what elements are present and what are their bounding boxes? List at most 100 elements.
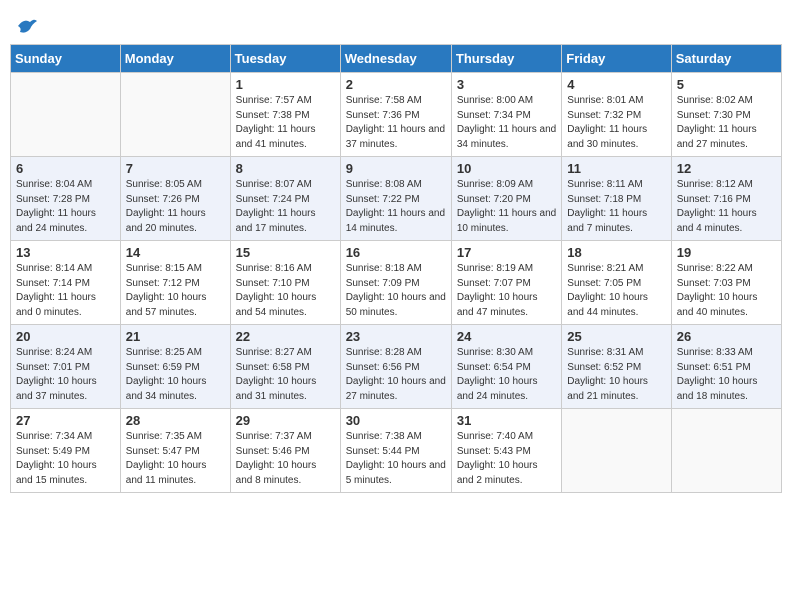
weekday-sunday: Sunday <box>11 45 121 73</box>
day-info: Sunrise: 8:12 AMSunset: 7:16 PMDaylight:… <box>677 178 776 236</box>
calendar-cell: 28 Sunrise: 7:35 AMSunset: 5:47 PMDayligh… <box>120 409 230 493</box>
day-number: 6 <box>16 161 115 176</box>
day-info: Sunrise: 8:08 AMSunset: 7:22 PMDaylight:… <box>346 178 446 236</box>
day-info: Sunrise: 8:21 AMSunset: 7:05 PMDaylight:… <box>567 262 665 320</box>
day-info: Sunrise: 7:58 AMSunset: 7:36 PMDaylight:… <box>346 94 446 152</box>
calendar-cell: 2 Sunrise: 7:58 AMSunset: 7:36 PMDaylight… <box>340 73 451 157</box>
day-number: 27 <box>16 413 115 428</box>
day-info: Sunrise: 8:22 AMSunset: 7:03 PMDaylight:… <box>677 262 776 320</box>
day-number: 22 <box>236 329 335 344</box>
day-info: Sunrise: 8:18 AMSunset: 7:09 PMDaylight:… <box>346 262 446 320</box>
day-number: 30 <box>346 413 446 428</box>
day-number: 21 <box>126 329 225 344</box>
calendar-cell: 4 Sunrise: 8:01 AMSunset: 7:32 PMDaylight… <box>562 73 671 157</box>
calendar-cell <box>671 409 781 493</box>
calendar-cell: 1 Sunrise: 7:57 AMSunset: 7:38 PMDaylight… <box>230 73 340 157</box>
day-number: 10 <box>457 161 556 176</box>
day-info: Sunrise: 8:25 AMSunset: 6:59 PMDaylight:… <box>126 346 225 404</box>
day-number: 8 <box>236 161 335 176</box>
calendar-week-5: 27 Sunrise: 7:34 AMSunset: 5:49 PMDayligh… <box>11 409 782 493</box>
day-info: Sunrise: 8:16 AMSunset: 7:10 PMDaylight:… <box>236 262 335 320</box>
calendar-cell: 15 Sunrise: 8:16 AMSunset: 7:10 PMDayligh… <box>230 241 340 325</box>
day-info: Sunrise: 8:24 AMSunset: 7:01 PMDaylight:… <box>16 346 115 404</box>
calendar-cell: 26Sunrise: 8:33 AMSunset: 6:51 PMDayligh… <box>671 325 781 409</box>
day-info: Sunrise: 8:07 AMSunset: 7:24 PMDaylight:… <box>236 178 335 236</box>
day-number: 1 <box>236 77 335 92</box>
day-info: Sunrise: 8:05 AMSunset: 7:26 PMDaylight:… <box>126 178 225 236</box>
calendar-cell: 9 Sunrise: 8:08 AMSunset: 7:22 PMDaylight… <box>340 157 451 241</box>
day-number: 31 <box>457 413 556 428</box>
day-number: 11 <box>567 161 665 176</box>
weekday-thursday: Thursday <box>451 45 561 73</box>
day-info: Sunrise: 8:09 AMSunset: 7:20 PMDaylight:… <box>457 178 556 236</box>
weekday-saturday: Saturday <box>671 45 781 73</box>
day-info: Sunrise: 8:11 AMSunset: 7:18 PMDaylight:… <box>567 178 665 236</box>
page-header <box>10 10 782 36</box>
calendar-cell: 14 Sunrise: 8:15 AMSunset: 7:12 PMDayligh… <box>120 241 230 325</box>
day-number: 4 <box>567 77 665 92</box>
day-number: 15 <box>236 245 335 260</box>
calendar-cell: 31 Sunrise: 7:40 AMSunset: 5:43 PMDayligh… <box>451 409 561 493</box>
day-number: 24 <box>457 329 556 344</box>
calendar-cell: 5Sunrise: 8:02 AMSunset: 7:30 PMDaylight… <box>671 73 781 157</box>
calendar-cell: 16 Sunrise: 8:18 AMSunset: 7:09 PMDayligh… <box>340 241 451 325</box>
day-info: Sunrise: 7:34 AMSunset: 5:49 PMDaylight:… <box>16 430 115 488</box>
calendar-cell: 18 Sunrise: 8:21 AMSunset: 7:05 PMDayligh… <box>562 241 671 325</box>
day-number: 2 <box>346 77 446 92</box>
calendar-cell: 30 Sunrise: 7:38 AMSunset: 5:44 PMDayligh… <box>340 409 451 493</box>
calendar-body: 1 Sunrise: 7:57 AMSunset: 7:38 PMDaylight… <box>11 73 782 493</box>
day-number: 17 <box>457 245 556 260</box>
calendar-cell <box>11 73 121 157</box>
weekday-header-row: SundayMondayTuesdayWednesdayThursdayFrid… <box>11 45 782 73</box>
weekday-friday: Friday <box>562 45 671 73</box>
day-info: Sunrise: 8:31 AMSunset: 6:52 PMDaylight:… <box>567 346 665 404</box>
calendar-cell: 11 Sunrise: 8:11 AMSunset: 7:18 PMDayligh… <box>562 157 671 241</box>
day-info: Sunrise: 8:33 AMSunset: 6:51 PMDaylight:… <box>677 346 776 404</box>
day-number: 14 <box>126 245 225 260</box>
calendar-cell: 7 Sunrise: 8:05 AMSunset: 7:26 PMDaylight… <box>120 157 230 241</box>
calendar-cell: 13Sunrise: 8:14 AMSunset: 7:14 PMDayligh… <box>11 241 121 325</box>
weekday-tuesday: Tuesday <box>230 45 340 73</box>
day-info: Sunrise: 7:35 AMSunset: 5:47 PMDaylight:… <box>126 430 225 488</box>
day-number: 16 <box>346 245 446 260</box>
calendar-cell: 23 Sunrise: 8:28 AMSunset: 6:56 PMDayligh… <box>340 325 451 409</box>
calendar-cell: 21 Sunrise: 8:25 AMSunset: 6:59 PMDayligh… <box>120 325 230 409</box>
calendar-cell: 6 Sunrise: 8:04 AMSunset: 7:28 PMDaylight… <box>11 157 121 241</box>
day-info: Sunrise: 8:01 AMSunset: 7:32 PMDaylight:… <box>567 94 665 152</box>
calendar-table: SundayMondayTuesdayWednesdayThursdayFrid… <box>10 44 782 493</box>
day-number: 28 <box>126 413 225 428</box>
calendar-cell: 20 Sunrise: 8:24 AMSunset: 7:01 PMDayligh… <box>11 325 121 409</box>
day-info: Sunrise: 8:04 AMSunset: 7:28 PMDaylight:… <box>16 178 115 236</box>
calendar-cell: 17Sunrise: 8:19 AMSunset: 7:07 PMDayligh… <box>451 241 561 325</box>
day-number: 9 <box>346 161 446 176</box>
day-info: Sunrise: 7:57 AMSunset: 7:38 PMDaylight:… <box>236 94 335 152</box>
day-info: Sunrise: 7:38 AMSunset: 5:44 PMDaylight:… <box>346 430 446 488</box>
day-number: 25 <box>567 329 665 344</box>
calendar-week-1: 1 Sunrise: 7:57 AMSunset: 7:38 PMDaylight… <box>11 73 782 157</box>
day-number: 29 <box>236 413 335 428</box>
day-number: 20 <box>16 329 115 344</box>
calendar-week-4: 20 Sunrise: 8:24 AMSunset: 7:01 PMDayligh… <box>11 325 782 409</box>
day-info: Sunrise: 8:27 AMSunset: 6:58 PMDaylight:… <box>236 346 335 404</box>
calendar-week-3: 13Sunrise: 8:14 AMSunset: 7:14 PMDayligh… <box>11 241 782 325</box>
day-number: 3 <box>457 77 556 92</box>
day-info: Sunrise: 8:14 AMSunset: 7:14 PMDaylight:… <box>16 262 115 320</box>
calendar-week-2: 6 Sunrise: 8:04 AMSunset: 7:28 PMDaylight… <box>11 157 782 241</box>
calendar-cell: 3Sunrise: 8:00 AMSunset: 7:34 PMDaylight… <box>451 73 561 157</box>
calendar-cell: 24Sunrise: 8:30 AMSunset: 6:54 PMDayligh… <box>451 325 561 409</box>
day-number: 23 <box>346 329 446 344</box>
calendar-cell: 22 Sunrise: 8:27 AMSunset: 6:58 PMDayligh… <box>230 325 340 409</box>
day-info: Sunrise: 7:40 AMSunset: 5:43 PMDaylight:… <box>457 430 556 488</box>
day-info: Sunrise: 8:02 AMSunset: 7:30 PMDaylight:… <box>677 94 776 152</box>
day-number: 12 <box>677 161 776 176</box>
weekday-monday: Monday <box>120 45 230 73</box>
day-number: 7 <box>126 161 225 176</box>
calendar-cell <box>562 409 671 493</box>
calendar-cell: 19Sunrise: 8:22 AMSunset: 7:03 PMDayligh… <box>671 241 781 325</box>
day-info: Sunrise: 8:15 AMSunset: 7:12 PMDaylight:… <box>126 262 225 320</box>
day-number: 18 <box>567 245 665 260</box>
calendar-cell: 25 Sunrise: 8:31 AMSunset: 6:52 PMDayligh… <box>562 325 671 409</box>
calendar-cell: 27 Sunrise: 7:34 AMSunset: 5:49 PMDayligh… <box>11 409 121 493</box>
calendar-cell: 10 Sunrise: 8:09 AMSunset: 7:20 PMDayligh… <box>451 157 561 241</box>
day-info: Sunrise: 8:28 AMSunset: 6:56 PMDaylight:… <box>346 346 446 404</box>
